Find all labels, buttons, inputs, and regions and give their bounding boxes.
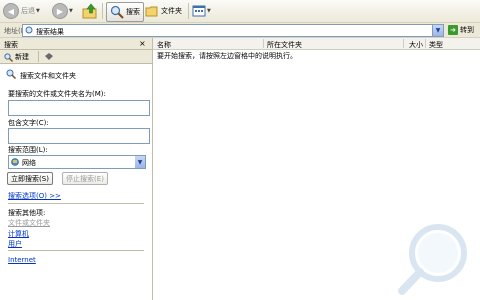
chevron-down-icon: ▼ [137,158,143,166]
go-button[interactable]: ➜ 转到 [448,24,474,36]
new-search-label: 新建 [15,53,29,61]
internet-link[interactable]: Internet [8,256,36,264]
results-message: 要开始搜索，请按照左边窗格中的说明执行。 [157,52,297,60]
contains-text-input[interactable] [8,128,150,144]
network-icon [11,158,19,166]
search-dog-icon [6,69,16,79]
magnifier-watermark-icon [398,224,467,295]
chevron-down-icon: ▼ [69,8,73,14]
pane-header: 搜索 × [0,38,152,50]
search-label: 搜索 [126,8,140,16]
other-item-files[interactable]: 文件或文件夹 [8,218,50,228]
column-header: 名称 所在文件夹 大小 类型 [153,38,480,50]
name-label: 要搜索的文件或文件夹名为(M): [8,90,106,98]
search-button[interactable]: 搜索 [106,2,144,22]
other-item-users[interactable]: 用户 [8,239,22,249]
other-item-computer[interactable]: 计算机 [8,229,29,239]
search-results-icon [25,26,33,34]
folders-label: 文件夹 [161,7,182,15]
contains-text-label: 包含文字(C): [8,119,49,127]
search-now-button[interactable]: 立即搜索(S) [7,172,53,185]
column-name[interactable]: 名称 [157,40,171,50]
search-companion-icon[interactable] [44,52,54,61]
stop-search-label: 停止搜索(E) [66,174,104,183]
stop-search-button[interactable]: 停止搜索(E) [62,172,108,185]
search-pane: 搜索 × 新建 搜索文件和文件夹 要搜索的文件或文件夹名为(M): 包含文字(C… [0,38,153,300]
scope-value: 网络 [22,159,36,167]
pane-title: 搜索 [4,41,18,49]
column-folder[interactable]: 所在文件夹 [267,40,302,50]
column-type[interactable]: 类型 [429,40,443,50]
close-icon[interactable]: × [139,39,146,48]
address-bar: 地址(D) 搜索结果 ▼ ➜ 转到 [0,23,480,38]
address-input[interactable]: 搜索结果 [22,24,442,37]
address-value: 搜索结果 [36,28,64,36]
go-icon: ➜ [448,25,458,35]
views-icon [192,5,206,17]
forward-button[interactable]: ▶ ▼ [52,2,73,20]
back-icon: ◀ [3,3,19,19]
name-input[interactable] [8,100,150,116]
up-folder-icon [82,3,97,19]
views-button[interactable]: ▼ [192,2,211,20]
chevron-down-icon: ▼ [435,27,441,34]
back-button[interactable]: ◀ 后退 ▼ [3,2,40,20]
go-label: 转到 [460,26,474,34]
scope-select[interactable]: 网络 ▼ [8,155,146,169]
folders-button[interactable]: 文件夹 [145,2,182,20]
search-icon [110,5,124,19]
search-now-label: 立即搜索(S) [11,174,49,183]
folders-icon [145,6,158,17]
chevron-down-icon: ▼ [36,8,40,14]
scope-label: 搜索范围(L): [8,146,48,154]
chevron-down-icon: ▼ [207,8,211,14]
scope-dropdown-button[interactable]: ▼ [135,156,145,168]
address-dropdown[interactable]: ▼ [432,24,444,37]
forward-icon: ▶ [52,3,68,19]
new-search-icon [4,52,13,62]
back-label: 后退 [21,7,35,15]
pane-toolbar: 新建 [0,50,152,64]
column-size[interactable]: 大小 [409,40,423,50]
toolbar: ◀ 后退 ▼ ▶ ▼ 搜索 文件夹 ▼ [0,0,480,23]
search-heading: 搜索文件和文件夹 [20,72,76,80]
search-options-link[interactable]: 搜索选项(O) >> [8,191,61,201]
new-search-button[interactable]: 新建 [4,52,29,62]
up-button[interactable] [82,2,98,20]
other-search-heading: 搜索其他项: [8,209,46,217]
